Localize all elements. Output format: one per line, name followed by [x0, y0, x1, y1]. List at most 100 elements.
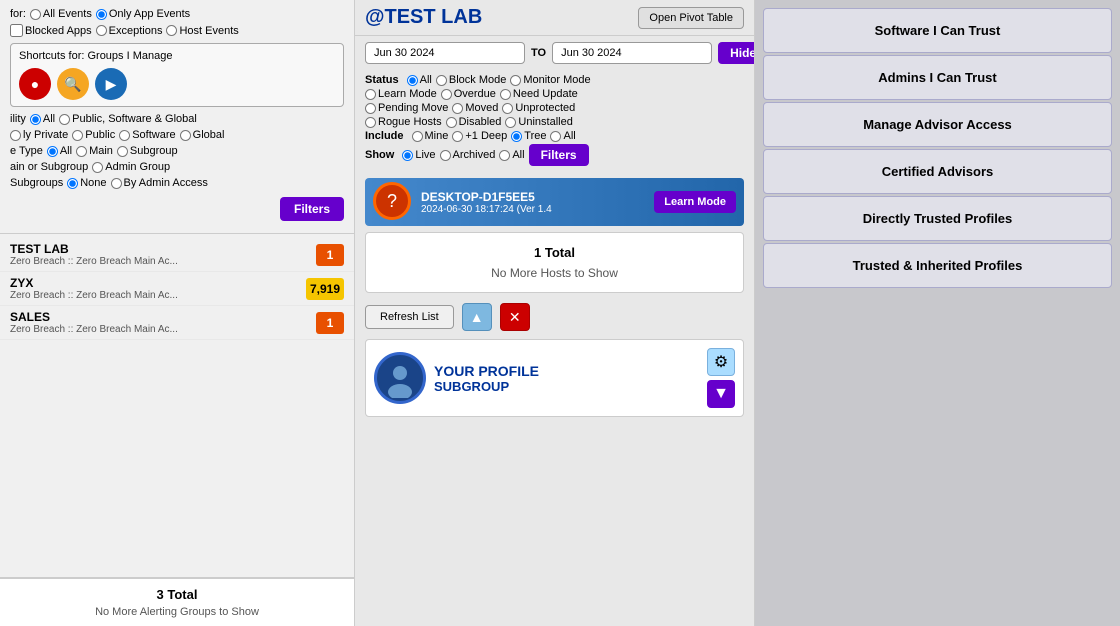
public-option[interactable]: Public: [72, 129, 115, 141]
status-all[interactable]: All: [407, 74, 432, 86]
blue-shortcut-icon[interactable]: ▶: [95, 68, 127, 100]
only-app-events-radio[interactable]: [96, 9, 107, 20]
status-block-mode[interactable]: Block Mode: [436, 74, 506, 86]
exceptions-radio[interactable]: [96, 25, 107, 36]
status-moved-radio[interactable]: [452, 103, 463, 114]
status-learn-mode[interactable]: Learn Mode: [365, 88, 437, 100]
group-type-all[interactable]: All: [47, 145, 72, 157]
global-radio[interactable]: [180, 130, 191, 141]
include-1deep[interactable]: +1 Deep: [452, 130, 507, 142]
group-type-main-radio[interactable]: [76, 146, 87, 157]
show-archived-radio[interactable]: [440, 150, 451, 161]
trusted-inherited-button[interactable]: Trusted & Inherited Profiles: [763, 243, 1112, 288]
admins-trust-button[interactable]: Admins I Can Trust: [763, 55, 1112, 100]
status-unprotected[interactable]: Unprotected: [502, 102, 575, 114]
status-overdue[interactable]: Overdue: [441, 88, 496, 100]
all-events-option[interactable]: All Events: [30, 8, 92, 20]
visibility-all[interactable]: All: [30, 113, 55, 125]
exceptions-option[interactable]: Exceptions: [96, 25, 163, 37]
close-button[interactable]: ✕: [500, 303, 530, 331]
group-type-subgroup[interactable]: Subgroup: [117, 145, 178, 157]
status-uninstalled-radio[interactable]: [505, 117, 516, 128]
only-app-events-option[interactable]: Only App Events: [96, 8, 190, 20]
status-all-radio[interactable]: [407, 75, 418, 86]
status-overdue-radio[interactable]: [441, 89, 452, 100]
status-pending-move[interactable]: Pending Move: [365, 102, 448, 114]
ly-private-radio[interactable]: [10, 130, 21, 141]
visibility-public-radio[interactable]: [59, 114, 70, 125]
red-shortcut-icon[interactable]: ●: [19, 68, 51, 100]
hide-button[interactable]: Hide: [718, 42, 755, 64]
group-item-sales[interactable]: SALES Zero Breach :: Zero Breach Main Ac…: [0, 306, 354, 340]
include-all-radio[interactable]: [550, 131, 561, 142]
directly-trusted-button[interactable]: Directly Trusted Profiles: [763, 196, 1112, 241]
pivot-table-button[interactable]: Open Pivot Table: [638, 7, 744, 29]
show-live[interactable]: Live: [402, 149, 435, 161]
group-type-subgroup-radio[interactable]: [117, 146, 128, 157]
subgroups-none-radio[interactable]: [67, 178, 78, 189]
yellow-shortcut-icon[interactable]: 🔍: [57, 68, 89, 100]
ly-private-option[interactable]: ly Private: [10, 129, 68, 141]
status-monitor-mode-radio[interactable]: [510, 75, 521, 86]
status-learn-mode-radio[interactable]: [365, 89, 376, 100]
group-item-zyx[interactable]: ZYX Zero Breach :: Zero Breach Main Ac..…: [0, 272, 354, 306]
admin-group-option[interactable]: Admin Group: [92, 161, 170, 173]
subgroups-by-admin-radio[interactable]: [111, 178, 122, 189]
hosts-total: 1 Total: [378, 245, 731, 260]
subgroups-by-admin[interactable]: By Admin Access: [111, 177, 208, 189]
status-moved[interactable]: Moved: [452, 102, 498, 114]
refresh-list-button[interactable]: Refresh List: [365, 305, 454, 329]
certified-advisors-button[interactable]: Certified Advisors: [763, 149, 1112, 194]
group-item-testlab[interactable]: TEST LAB Zero Breach :: Zero Breach Main…: [0, 238, 354, 272]
mid-filters-button[interactable]: Filters: [529, 144, 589, 166]
include-tree[interactable]: Tree: [511, 130, 546, 142]
host-events-option[interactable]: Host Events: [166, 25, 238, 37]
scroll-up-button[interactable]: ▲: [462, 303, 492, 331]
software-option[interactable]: Software: [119, 129, 175, 141]
global-option[interactable]: Global: [180, 129, 225, 141]
blocked-apps-checkbox[interactable]: [10, 24, 23, 37]
include-mine-radio[interactable]: [412, 131, 423, 142]
include-tree-radio[interactable]: [511, 131, 522, 142]
subgroups-none[interactable]: None: [67, 177, 106, 189]
visibility-all-radio[interactable]: [30, 114, 41, 125]
learn-mode-button[interactable]: Learn Mode: [654, 191, 736, 213]
date-to-input[interactable]: [552, 42, 712, 64]
show-all[interactable]: All: [499, 149, 524, 161]
admin-group-radio[interactable]: [92, 162, 103, 173]
show-live-radio[interactable]: [402, 150, 413, 161]
show-all-radio[interactable]: [499, 150, 510, 161]
status-unprotected-radio[interactable]: [502, 103, 513, 114]
status-need-update[interactable]: Need Update: [500, 88, 578, 100]
visibility-public[interactable]: Public, Software & Global: [59, 113, 197, 125]
status-block-mode-radio[interactable]: [436, 75, 447, 86]
left-summary-total: 3 Total: [12, 587, 342, 602]
status-uninstalled[interactable]: Uninstalled: [505, 116, 572, 128]
filter-type-row: Blocked Apps Exceptions Host Events: [10, 24, 344, 37]
include-all[interactable]: All: [550, 130, 575, 142]
group-type-all-radio[interactable]: [47, 146, 58, 157]
public-radio[interactable]: [72, 130, 83, 141]
date-from-input[interactable]: [365, 42, 525, 64]
status-disabled[interactable]: Disabled: [446, 116, 502, 128]
manage-advisor-button[interactable]: Manage Advisor Access: [763, 102, 1112, 147]
group-type-main[interactable]: Main: [76, 145, 113, 157]
include-1deep-radio[interactable]: [452, 131, 463, 142]
status-pending-move-radio[interactable]: [365, 103, 376, 114]
status-need-update-radio[interactable]: [500, 89, 511, 100]
blocked-apps-option[interactable]: Blocked Apps: [10, 24, 92, 37]
include-mine[interactable]: Mine: [412, 130, 449, 142]
profile-down-button[interactable]: ▼: [707, 380, 735, 408]
host-row[interactable]: ? DESKTOP-D1F5EE5 2024-06-30 18:17:24 (V…: [365, 178, 744, 226]
all-events-radio[interactable]: [30, 9, 41, 20]
host-events-radio[interactable]: [166, 25, 177, 36]
status-rogue-hosts-radio[interactable]: [365, 117, 376, 128]
left-filters-button[interactable]: Filters: [280, 197, 344, 221]
status-rogue-hosts[interactable]: Rogue Hosts: [365, 116, 442, 128]
software-radio[interactable]: [119, 130, 130, 141]
status-disabled-radio[interactable]: [446, 117, 457, 128]
software-trust-button[interactable]: Software I Can Trust: [763, 8, 1112, 53]
status-monitor-mode[interactable]: Monitor Mode: [510, 74, 590, 86]
profile-gear-button[interactable]: ⚙: [707, 348, 735, 376]
show-archived[interactable]: Archived: [440, 149, 496, 161]
